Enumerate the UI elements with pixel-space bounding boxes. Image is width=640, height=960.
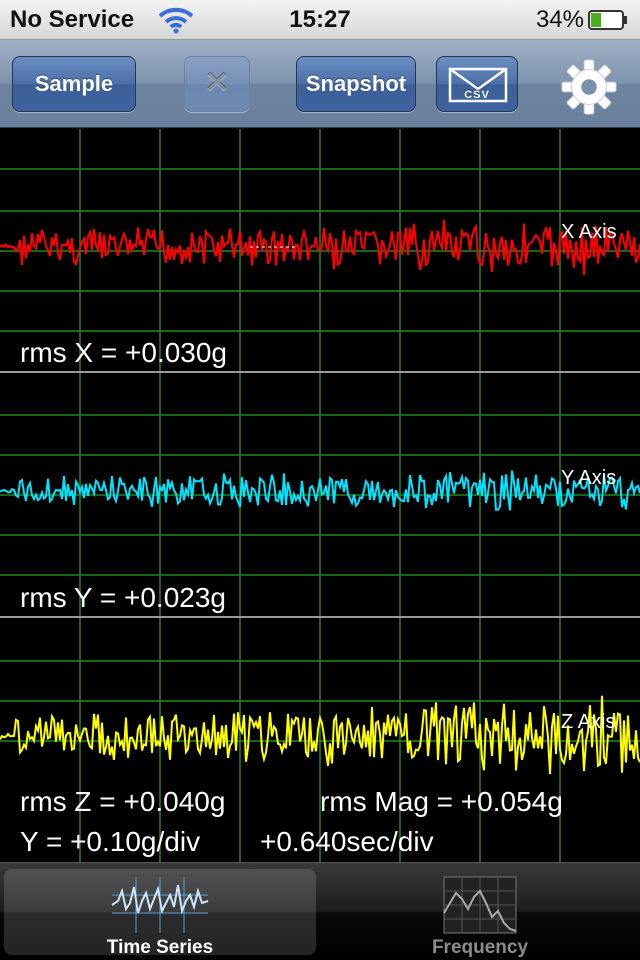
tab-frequency[interactable]: Frequency — [324, 869, 636, 958]
email-csv-button[interactable]: CSV — [436, 56, 518, 112]
clear-button[interactable]: ✕ — [184, 56, 250, 112]
rms-z-readout: rms Z = +0.040g — [20, 786, 226, 817]
y-scale-readout: Y = +0.10g/div — [20, 826, 201, 857]
rms-mag-readout: rms Mag = +0.054g — [320, 786, 563, 817]
sample-button[interactable]: Sample — [12, 56, 136, 112]
rms-y-readout: rms Y = +0.023g — [20, 582, 226, 613]
tab-time-series-label: Time Series — [106, 937, 214, 958]
envelope-icon — [448, 67, 508, 103]
z-axis-label: Z Axis — [561, 711, 616, 733]
frequency-icon — [443, 876, 517, 934]
time-series-icon — [111, 877, 209, 933]
rms-x-readout: rms X = +0.030g — [20, 337, 228, 368]
time-scale-readout: +0.640sec/div — [260, 826, 434, 857]
tab-bar: Time Series Frequency — [0, 862, 640, 960]
y-axis-label: Y Axis — [561, 467, 617, 489]
waveform-canvas — [0, 129, 640, 862]
status-bar: No Service 15:27 34% — [0, 0, 640, 40]
sample-button-label: Sample — [34, 71, 114, 96]
csv-label: CSV — [464, 89, 490, 101]
battery-icon — [588, 10, 627, 30]
x-axis-label: X Axis — [561, 221, 617, 243]
snapshot-button[interactable]: Snapshot — [296, 56, 416, 112]
gear-icon[interactable] — [560, 58, 618, 116]
clear-icon: ✕ — [204, 67, 230, 100]
tab-frequency-label: Frequency — [431, 937, 529, 958]
time-series-plot: X Axis Y Axis Z Axis rms X = +0.030g rms… — [0, 129, 640, 862]
toolbar: Sample ✕ Snapshot CSV — [0, 40, 640, 128]
battery-percent: 34% — [535, 6, 584, 33]
tab-time-series[interactable]: Time Series — [4, 869, 316, 958]
snapshot-button-label: Snapshot — [305, 71, 407, 96]
